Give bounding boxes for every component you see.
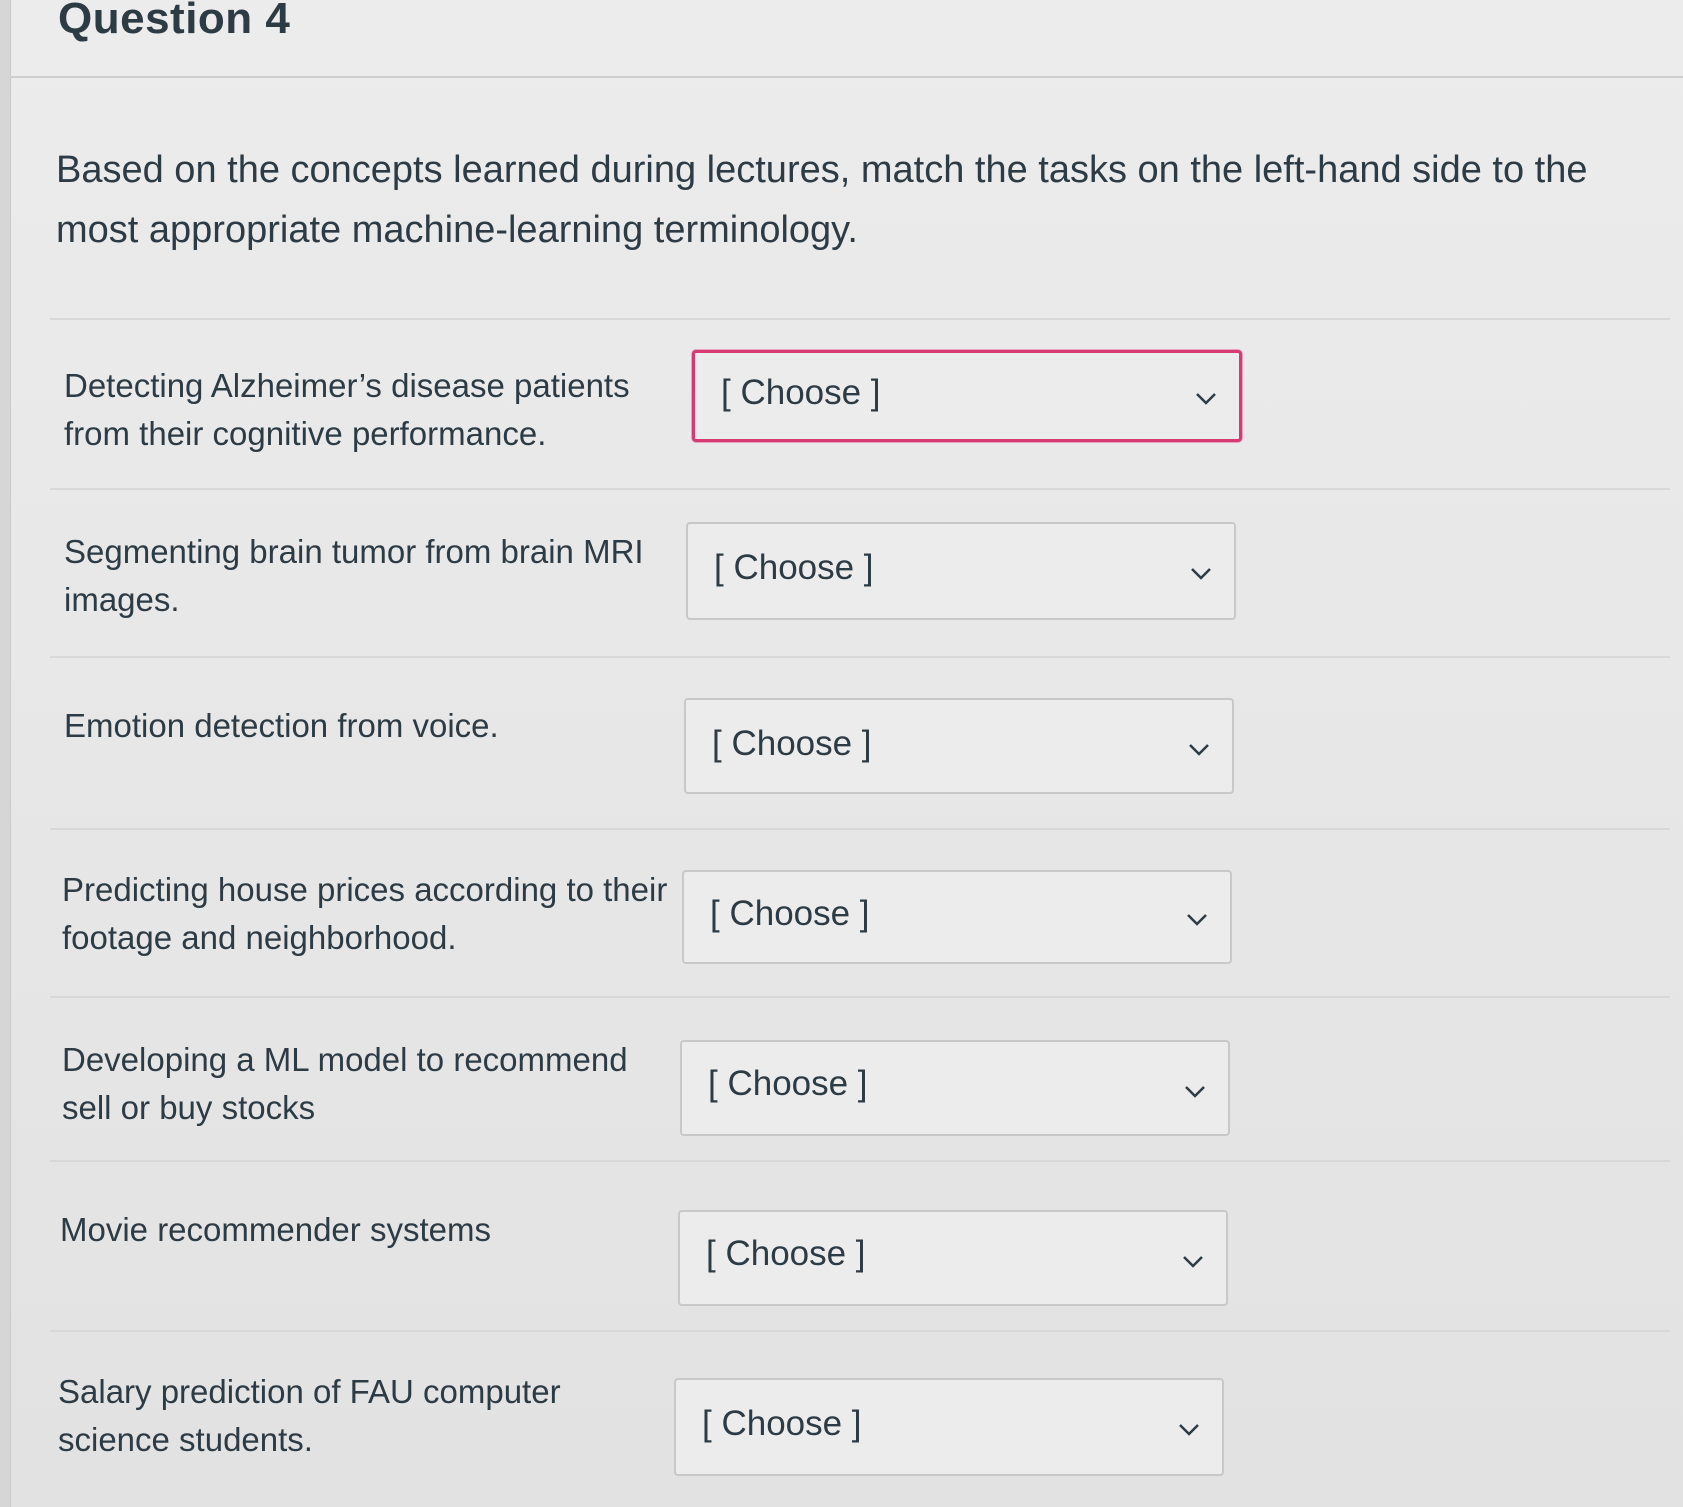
select-value: [ Choose ] — [706, 1234, 866, 1273]
question-prompt: Based on the concepts learned during lec… — [56, 149, 1588, 251]
divider — [50, 656, 1670, 658]
match-row-label: Developing a ML model to recommend sell … — [62, 1041, 628, 1126]
left-edge — [0, 0, 11, 1507]
chevron-down-icon — [1185, 1086, 1205, 1098]
match-row-label: Segmenting brain tumor from brain MRI im… — [64, 533, 644, 618]
match-row-label: Movie recommender systems — [60, 1211, 491, 1248]
match-select[interactable]: [ Choose ] — [680, 1040, 1230, 1136]
match-select[interactable]: [ Choose ] — [692, 350, 1242, 442]
divider — [50, 1160, 1670, 1162]
chevron-down-icon — [1191, 568, 1211, 580]
divider — [50, 1330, 1670, 1332]
match-select[interactable]: [ Choose ] — [674, 1378, 1224, 1476]
select-value: [ Choose ] — [708, 1064, 868, 1103]
match-select[interactable]: [ Choose ] — [684, 698, 1234, 794]
match-row-label: Emotion detection from voice. — [64, 707, 499, 744]
chevron-down-icon — [1196, 393, 1216, 405]
select-value: [ Choose ] — [710, 894, 870, 933]
chevron-down-icon — [1189, 744, 1209, 756]
select-value: [ Choose ] — [721, 373, 881, 412]
quiz-page: Question 4 Based on the concepts learned… — [0, 0, 1683, 1507]
question-header: Question 4 — [10, 0, 1683, 78]
match-row-label: Predicting house prices according to the… — [62, 871, 668, 956]
select-value: [ Choose ] — [712, 724, 872, 763]
match-row-label: Detecting Alzheimer’s disease patients f… — [64, 367, 630, 452]
match-select[interactable]: [ Choose ] — [682, 870, 1232, 964]
question-title: Question 4 — [58, 0, 291, 43]
divider — [50, 996, 1670, 998]
select-value: [ Choose ] — [714, 548, 874, 587]
match-row-label: Salary prediction of FAU computer scienc… — [58, 1373, 561, 1458]
match-select[interactable]: [ Choose ] — [678, 1210, 1228, 1306]
divider — [50, 318, 1670, 320]
match-select[interactable]: [ Choose ] — [686, 522, 1236, 620]
divider — [50, 828, 1670, 830]
chevron-down-icon — [1183, 1256, 1203, 1268]
divider — [50, 488, 1670, 490]
chevron-down-icon — [1187, 914, 1207, 926]
chevron-down-icon — [1179, 1424, 1199, 1436]
select-value: [ Choose ] — [702, 1404, 862, 1443]
